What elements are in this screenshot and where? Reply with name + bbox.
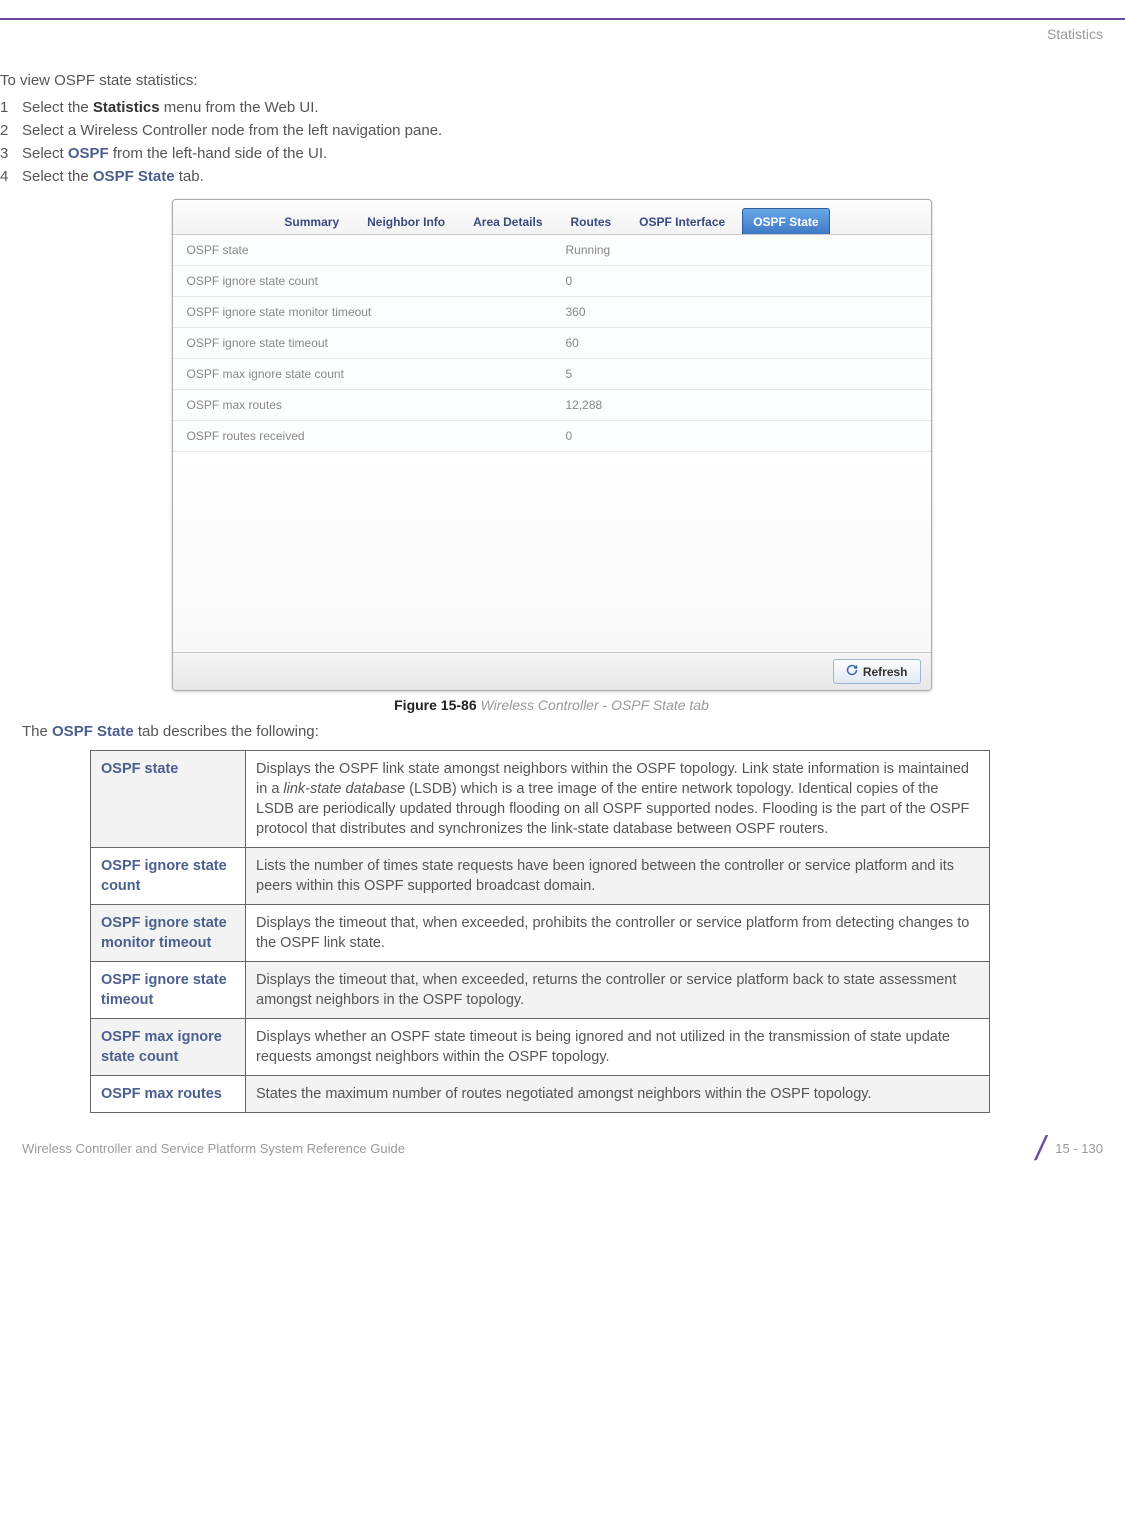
table-row: OSPF max routes States the maximum numbe… (91, 1076, 990, 1113)
grid-value: 0 (552, 266, 931, 296)
grid-row: OSPF max routes12,288 (173, 390, 931, 421)
grid-label: OSPF max ignore state count (173, 359, 552, 389)
intro-text: To view OSPF state statistics: (0, 72, 1103, 89)
desc-val: Displays the OSPF link state amongst nei… (246, 751, 990, 848)
desc-val: Displays the timeout that, when exceeded… (246, 962, 990, 1019)
desc-key: OSPF state (91, 751, 246, 848)
grid-value: 12,288 (552, 390, 931, 420)
tab-routes[interactable]: Routes (560, 208, 623, 234)
grid-row: OSPF max ignore state count5 (173, 359, 931, 390)
table-intro-bold: OSPF State (52, 723, 134, 740)
desc-key: OSPF ignore state monitor timeout (91, 905, 246, 962)
tab-summary[interactable]: Summary (273, 208, 350, 234)
step-number: 3 (0, 145, 22, 162)
step-number: 4 (0, 168, 22, 185)
figure-title: Wireless Controller - OSPF State tab (481, 697, 709, 713)
tab-ospf-interface[interactable]: OSPF Interface (628, 208, 736, 234)
tab-row: Summary Neighbor Info Area Details Route… (173, 200, 931, 235)
desc-key: OSPF ignore state count (91, 848, 246, 905)
grid-row: OSPF ignore state timeout60 (173, 328, 931, 359)
figure-caption: Figure 15-86 Wireless Controller - OSPF … (0, 697, 1103, 713)
desc-key: OSPF max routes (91, 1076, 246, 1113)
table-row: OSPF state Displays the OSPF link state … (91, 751, 990, 848)
step-text: Select the (22, 99, 93, 116)
footer-slash-icon: / (1036, 1139, 1045, 1159)
step-number: 1 (0, 99, 22, 116)
grid-label: OSPF max routes (173, 390, 552, 420)
table-intro-pre: The (22, 723, 52, 740)
desc-val: States the maximum number of routes nego… (246, 1076, 990, 1113)
grid-label: OSPF ignore state monitor timeout (173, 297, 552, 327)
screenshot-panel: Summary Neighbor Info Area Details Route… (172, 199, 932, 691)
grid-row: OSPF ignore state monitor timeout360 (173, 297, 931, 328)
step-bold: OSPF (68, 145, 109, 162)
desc-key: OSPF max ignore state count (91, 1019, 246, 1076)
table-row: OSPF ignore state monitor timeout Displa… (91, 905, 990, 962)
desc-val: Displays the timeout that, when exceeded… (246, 905, 990, 962)
description-table: OSPF state Displays the OSPF link state … (90, 750, 990, 1113)
grid-label: OSPF state (173, 235, 552, 265)
tab-neighbor-info[interactable]: Neighbor Info (356, 208, 456, 234)
ospf-state-grid: OSPF stateRunning OSPF ignore state coun… (173, 235, 931, 652)
grid-value: 60 (552, 328, 931, 358)
table-intro: The OSPF State tab describes the followi… (22, 723, 1103, 740)
figure-number: Figure 15-86 (394, 697, 476, 713)
footer-guide-title: Wireless Controller and Service Platform… (22, 1141, 405, 1156)
table-intro-post: tab describes the following: (134, 723, 319, 740)
step-text: tab. (175, 168, 204, 185)
step-bold: OSPF State (93, 168, 175, 185)
tab-ospf-state[interactable]: OSPF State (742, 208, 829, 234)
step-bold: Statistics (93, 99, 160, 116)
step-text: from the left-hand side of the UI. (109, 145, 327, 162)
grid-value: 360 (552, 297, 931, 327)
grid-row: OSPF stateRunning (173, 235, 931, 266)
grid-row: OSPF routes received0 (173, 421, 931, 452)
page-footer: Wireless Controller and Service Platform… (0, 1139, 1125, 1159)
step-text: Select the (22, 168, 93, 185)
section-label: Statistics (0, 22, 1125, 72)
step-text: Select (22, 145, 68, 162)
grid-label: OSPF ignore state timeout (173, 328, 552, 358)
grid-value: 5 (552, 359, 931, 389)
grid-label: OSPF ignore state count (173, 266, 552, 296)
grid-label: OSPF routes received (173, 421, 552, 451)
footer-page-number: 15 - 130 (1055, 1141, 1103, 1156)
desc-key: OSPF ignore state timeout (91, 962, 246, 1019)
desc-val: Displays whether an OSPF state timeout i… (246, 1019, 990, 1076)
tab-area-details[interactable]: Area Details (462, 208, 553, 234)
table-row: OSPF ignore state count Lists the number… (91, 848, 990, 905)
refresh-icon (846, 664, 858, 679)
step-text: Select a Wireless Controller node from t… (22, 122, 442, 139)
table-row: OSPF max ignore state count Displays whe… (91, 1019, 990, 1076)
steps-list: 1Select the Statistics menu from the Web… (0, 99, 1103, 185)
desc-val: Lists the number of times state requests… (246, 848, 990, 905)
refresh-button[interactable]: Refresh (833, 659, 921, 684)
refresh-label: Refresh (863, 665, 908, 679)
grid-value: 0 (552, 421, 931, 451)
grid-row: OSPF ignore state count0 (173, 266, 931, 297)
grid-value: Running (552, 235, 931, 265)
table-row: OSPF ignore state timeout Displays the t… (91, 962, 990, 1019)
step-number: 2 (0, 122, 22, 139)
step-text: menu from the Web UI. (160, 99, 319, 116)
